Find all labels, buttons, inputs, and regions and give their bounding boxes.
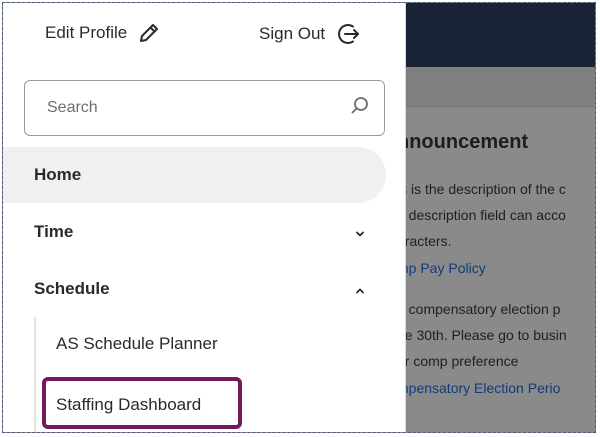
edit-profile-button[interactable]: Edit Profile <box>45 21 161 45</box>
chevron-up-icon <box>354 282 366 302</box>
edit-profile-label: Edit Profile <box>45 23 128 42</box>
compensatory-election-link[interactable]: mpensatory Election Perio <box>397 380 560 396</box>
submenu-item-label: AS Schedule Planner <box>56 334 218 353</box>
nav-item-label: Schedule <box>34 279 110 298</box>
announcement-text: ne 30th. Please go to busin <box>397 327 567 343</box>
search-icon[interactable] <box>350 96 370 121</box>
submenu-item-label: Staffing Dashboard <box>56 395 202 414</box>
sign-out-arrow-icon <box>335 21 361 47</box>
sign-out-button[interactable]: Sign Out <box>259 21 361 47</box>
schedule-submenu: AS Schedule Planner Staffing Dashboard <box>34 317 394 432</box>
search-input[interactable] <box>47 99 350 117</box>
announcement-text: e description field can acco <box>397 207 566 223</box>
nav-item-schedule[interactable]: Schedule <box>3 261 386 317</box>
nav-item-label: Home <box>34 165 82 184</box>
announcement-text: ur comp preference <box>397 353 519 369</box>
navigation-drawer: Edit Profile Sign Out Search Home Time S… <box>3 3 406 432</box>
sign-out-label: Sign Out <box>259 24 326 43</box>
submenu-item-staffing-dashboard[interactable]: Staffing Dashboard <box>36 380 376 430</box>
comp-pay-policy-link[interactable]: mp Pay Policy <box>397 260 486 276</box>
drawer-top-actions: Edit Profile Sign Out <box>3 3 405 67</box>
announcement-title: nnouncement <box>397 131 529 153</box>
search-box[interactable] <box>24 80 385 136</box>
nav-item-label: Time <box>34 222 74 241</box>
chevron-down-icon <box>354 225 366 245</box>
nav-item-home[interactable]: Home <box>3 147 386 203</box>
submenu-item-as-schedule-planner[interactable]: AS Schedule Planner <box>36 319 376 369</box>
screenshot-frame: nnouncement is is the description of the… <box>2 2 596 433</box>
nav-item-time[interactable]: Time <box>3 204 386 260</box>
pencil-icon <box>137 21 161 45</box>
announcement-text: is is the description of the c <box>397 181 566 197</box>
announcement-text: e compensatory election p <box>397 301 561 317</box>
